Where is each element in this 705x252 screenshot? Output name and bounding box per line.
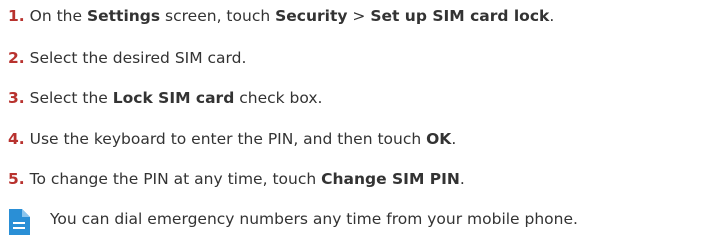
step-4: 4. Use the keyboard to enter the PIN, an… xyxy=(8,127,456,151)
step-number: 4. xyxy=(8,130,25,148)
note-text: You can dial emergency numbers any time … xyxy=(50,210,578,228)
step-term-change-sim-pin: Change SIM PIN xyxy=(321,170,460,188)
step-number: 3. xyxy=(8,89,25,107)
step-text: Select the desired SIM card. xyxy=(29,49,247,67)
step-term-lock-sim-card: Lock SIM card xyxy=(112,89,235,107)
step-term-set-up-sim-card-lock: Set up SIM card lock xyxy=(370,7,550,25)
step-5: 5. To change the PIN at any time, touch … xyxy=(8,167,465,191)
step-text: check box. xyxy=(234,89,323,107)
step-number: 1. xyxy=(8,7,25,25)
step-text: Select the xyxy=(29,89,113,107)
note-box: You can dial emergency numbers any time … xyxy=(8,204,705,236)
step-number: 5. xyxy=(8,170,25,188)
step-number: 2. xyxy=(8,49,25,67)
step-text: . xyxy=(459,170,465,188)
step-term-security: Security xyxy=(275,7,348,25)
step-text: > xyxy=(347,7,371,25)
step-text: On the xyxy=(29,7,87,25)
step-text: . xyxy=(451,130,457,148)
step-text: . xyxy=(549,7,555,25)
note-icon xyxy=(9,209,30,235)
step-term-settings: Settings xyxy=(86,7,161,25)
step-text: To change the PIN at any time, touch xyxy=(29,170,322,188)
step-text: screen, touch xyxy=(160,7,276,25)
step-term-ok: OK xyxy=(426,130,452,148)
step-text: Use the keyboard to enter the PIN, and t… xyxy=(29,130,427,148)
step-1: 1. On the Settings screen, touch Securit… xyxy=(8,4,554,28)
step-3: 3. Select the Lock SIM card check box. xyxy=(8,86,322,110)
step-2: 2. Select the desired SIM card. xyxy=(8,46,246,70)
